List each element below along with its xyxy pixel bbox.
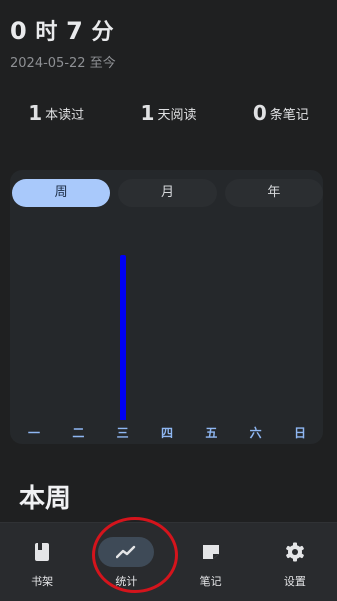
tick-label-3: 四 [160,426,173,440]
stat-value: 0 [252,101,267,125]
stats-row: 1 本读过 1 天阅读 0 条笔记 [0,101,337,125]
tick-label-5: 六 [249,426,262,440]
hours-unit: 时 [35,20,58,45]
book-icon [14,537,70,567]
tab-month[interactable]: 月 [118,179,217,207]
stat-days-read: 1 天阅读 [112,101,224,125]
since-date: 2024-05-22 [10,56,86,71]
stat-value: 1 [28,101,43,125]
weekly-bar-chart [10,220,323,420]
weekday-axis: 一二三四五六日 [10,424,323,440]
stat-value: 1 [140,101,155,125]
nav-label-bookshelf: 书架 [31,575,54,588]
tick-label-1: 二 [72,426,85,440]
stat-label: 天阅读 [157,108,197,123]
bottom-nav: 书架 统计 笔记 设置 [0,522,337,601]
stat-label: 条笔记 [269,108,309,123]
trend-icon [98,537,155,567]
stat-label: 本读过 [45,108,85,123]
since-date-line: 2024-05-22 至今 [10,52,116,71]
tick-label-0: 一 [27,426,40,440]
nav-label-settings: 设置 [283,575,306,588]
minutes-value: 7 [66,17,84,45]
tick-label-6: 日 [293,426,306,440]
tab-week[interactable]: 周 [12,179,111,207]
nav-label-stats: 统计 [115,575,138,588]
reading-chart-card: 周 月 年 一 二 三 四 五 六 日 [10,170,323,444]
nav-item-stats[interactable]: 统计 [84,523,168,601]
total-reading-time: 0 时 7 分 [10,14,116,46]
tick-label-2: 三 [116,426,129,440]
tab-year[interactable]: 年 [224,179,323,207]
period-tabs: 周 月 年 [12,179,323,207]
note-icon [183,537,239,567]
gear-icon [267,537,323,567]
section-title: 本周 [19,484,72,514]
since-suffix: 至今 [89,56,116,71]
tick-label-4: 五 [205,426,218,440]
bar-2 [119,255,126,420]
stat-books-read: 1 本读过 [0,101,112,125]
hours-value: 0 [10,17,28,45]
nav-label-notes: 笔记 [199,575,222,588]
nav-item-bookshelf[interactable]: 书架 [0,523,84,601]
reading-summary: 0 时 7 分 2024-05-22 至今 [10,14,116,71]
minutes-unit: 分 [91,20,114,45]
stat-notes: 0 条笔记 [225,101,337,125]
nav-item-notes[interactable]: 笔记 [169,523,253,601]
nav-item-settings[interactable]: 设置 [253,523,337,601]
